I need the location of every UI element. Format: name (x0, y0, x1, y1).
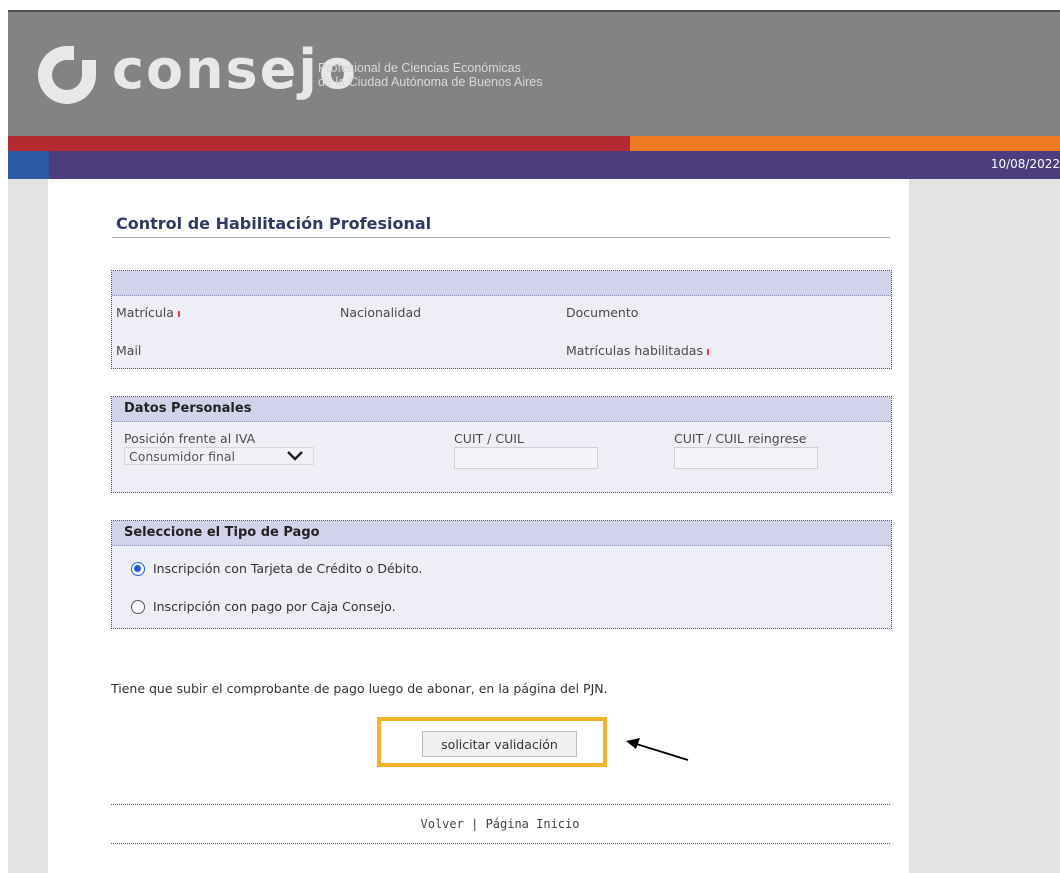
org-name: Profesional de Ciencias Económicas de la… (318, 61, 542, 89)
matriculas-habilitadas-label: Matrículas habilitadas (566, 343, 709, 358)
info-panel-header (112, 271, 891, 296)
radio-caja-label: Inscripción con pago por Caja Consejo. (153, 599, 396, 614)
solicitar-validacion-button[interactable]: solicitar validación (422, 731, 577, 757)
pago-option-caja[interactable]: Inscripción con pago por Caja Consejo. (131, 599, 396, 614)
volver-link[interactable]: Volver (421, 817, 464, 831)
matricula-label: Matrícula (116, 305, 180, 320)
professional-info-panel: Matrícula Nacionalidad Documento Mail Ma… (111, 270, 892, 369)
title-underline (112, 237, 890, 238)
documento-label: Documento (566, 305, 639, 320)
radio-caja[interactable] (131, 599, 145, 614)
nav-bar (8, 151, 1060, 179)
datos-personales-panel: Datos Personales Posición frente al IVA … (111, 396, 892, 493)
header-stripe-orange (630, 136, 1060, 151)
radio-tarjeta-label: Inscripción con Tarjeta de Crédito o Déb… (153, 561, 423, 576)
footer-links: Volver | Página Inicio (0, 817, 1000, 831)
tipo-pago-panel: Seleccione el Tipo de Pago Inscripción c… (111, 520, 892, 629)
nacionalidad-label: Nacionalidad (340, 305, 422, 320)
cuit-reingrese-label: CUIT / CUIL reingrese (674, 431, 807, 446)
footer-rule-bottom (111, 843, 890, 844)
header-top-line (8, 10, 1060, 12)
left-gutter (8, 179, 48, 873)
page-title: Control de Habilitación Profesional (116, 214, 432, 233)
current-date: 10/08/2022 (990, 157, 1060, 171)
pago-option-tarjeta[interactable]: Inscripción con Tarjeta de Crédito o Déb… (131, 561, 422, 576)
nav-left-block (8, 151, 49, 179)
cuit-label: CUIT / CUIL (454, 431, 524, 446)
org-name-line2: de la Ciudad Autónoma de Buenos Aires (318, 75, 543, 89)
right-gutter (909, 179, 1060, 873)
iva-label: Posición frente al IVA (124, 431, 256, 446)
iva-select[interactable]: Consumidor final (124, 447, 314, 465)
tipo-pago-heading: Seleccione el Tipo de Pago (112, 521, 891, 546)
footer-rule-top (111, 804, 890, 805)
cuit-input[interactable] (454, 447, 598, 469)
mail-label: Mail (116, 343, 142, 358)
cuit-reingrese-input[interactable] (674, 447, 818, 469)
pagina-inicio-link[interactable]: Página Inicio (486, 817, 580, 831)
radio-tarjeta[interactable] (131, 561, 145, 576)
consejo-logo-icon (38, 46, 96, 104)
org-name-line1: Profesional de Ciencias Económicas (318, 61, 521, 75)
pointer-arrow-icon (626, 738, 689, 761)
iva-select-value: Consumidor final (129, 449, 236, 464)
chevron-down-icon (287, 451, 303, 461)
footer-separator: | (471, 817, 479, 831)
upload-notice: Tiene que subir el comprobante de pago l… (111, 681, 608, 696)
datos-personales-heading: Datos Personales (112, 397, 891, 422)
header-stripe-red (8, 136, 630, 151)
